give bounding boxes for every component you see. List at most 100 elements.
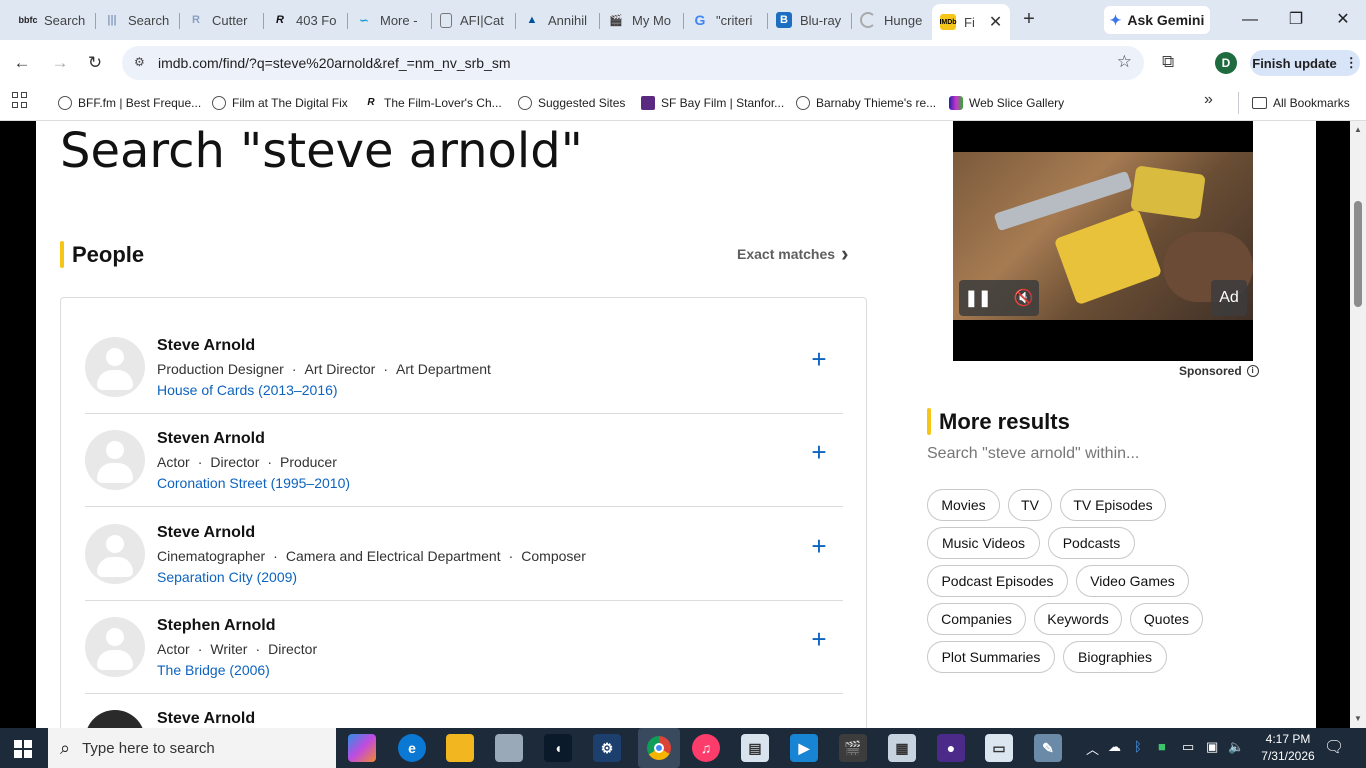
extensions-puzzle-icon[interactable]: ⧉ — [1162, 52, 1174, 72]
bookmark-star-icon[interactable]: ☆ — [1117, 52, 1132, 72]
tab-my-movies[interactable]: 🎬 My Mo — [600, 6, 684, 34]
bookmark-web-slice[interactable]: Web Slice Gallery — [949, 93, 1064, 113]
taskbar-search-box[interactable]: ⌕ Type here to search — [48, 728, 336, 768]
scroll-down-arrow-icon[interactable]: ▼ — [1354, 714, 1362, 723]
restore-icon[interactable]: ❐ — [1284, 8, 1308, 32]
person-name-link[interactable]: Steve Arnold — [157, 524, 255, 542]
close-window-icon[interactable]: ✕ — [1331, 8, 1355, 32]
muted-speaker-icon[interactable]: 🔇 — [1013, 288, 1033, 308]
known-for-link[interactable]: Separation City (2009) — [157, 569, 297, 585]
onedrive-icon[interactable]: ☁ — [1108, 739, 1121, 755]
discord-like-icon[interactable]: ● — [937, 734, 965, 762]
known-for-link[interactable]: House of Cards (2013–2016) — [157, 382, 338, 398]
tab-hunger[interactable]: Hunge — [852, 6, 936, 34]
scrollbar-thumb[interactable] — [1354, 201, 1362, 307]
media-app-icon[interactable]: ◖ — [544, 734, 572, 762]
notepad-icon[interactable]: ▤ — [741, 734, 769, 762]
tab-search[interactable]: ||| Search — [96, 6, 180, 34]
security-icon[interactable]: ■ — [1158, 739, 1166, 754]
known-for-link[interactable]: Coronation Street (1995–2010) — [157, 475, 350, 491]
chip-tv[interactable]: TV — [1008, 489, 1052, 521]
page-scrollbar[interactable]: ▲ ▼ — [1350, 121, 1366, 728]
chip-companies[interactable]: Companies — [927, 603, 1026, 635]
battery-icon[interactable]: ▭ — [1182, 739, 1194, 755]
ad-video-player[interactable]: ❚❚ 🔇 Ad — [953, 121, 1253, 361]
tab-more[interactable]: ∽ More - — [348, 6, 432, 34]
tab-bbfc-search[interactable]: bbfc Search — [12, 6, 96, 34]
volume-icon[interactable]: 🔈 — [1228, 739, 1244, 755]
bookmarks-overflow-icon[interactable]: » — [1204, 91, 1213, 109]
minimize-icon[interactable]: — — [1238, 8, 1262, 32]
person-name-link[interactable]: Steven Arnold — [157, 430, 265, 448]
chip-movies[interactable]: Movies — [927, 489, 1000, 521]
tab-imdb-find[interactable]: IMDb Fi ✕ — [932, 4, 1010, 40]
close-tab-icon[interactable]: ✕ — [989, 12, 1002, 32]
copilot-icon[interactable] — [348, 734, 376, 762]
address-bar[interactable]: ⚙ imdb.com/find/?q=steve%20arnold&ref_=n… — [122, 46, 1144, 80]
clapperboard-icon[interactable]: 🎬 — [839, 734, 867, 762]
settings-app-icon[interactable]: ⚙ — [593, 734, 621, 762]
add-to-list-plus-icon[interactable]: + — [807, 346, 831, 372]
feather-app-icon[interactable]: ✎ — [1034, 734, 1062, 762]
profile-avatar[interactable]: D — [1215, 52, 1237, 74]
url-text[interactable]: imdb.com/find/?q=steve%20arnold&ref_=nm_… — [158, 55, 511, 71]
chip-biographies[interactable]: Biographies — [1063, 641, 1167, 673]
all-bookmarks-button[interactable]: All Bookmarks — [1252, 93, 1350, 113]
window-app-icon[interactable]: ▭ — [985, 734, 1013, 762]
tab-403-forbidden[interactable]: R 403 Fo — [264, 6, 348, 34]
tab-bluray[interactable]: B Blu-ray — [768, 6, 852, 34]
list-item[interactable]: Steven Arnold Actor · Director · Producer Co… — [85, 414, 843, 507]
person-name-link[interactable]: Stephen Arnold — [157, 617, 276, 635]
list-item[interactable]: Steve Arnold — [85, 694, 843, 728]
chip-video-games[interactable]: Video Games — [1076, 565, 1189, 597]
app-icon[interactable] — [495, 734, 523, 762]
forward-arrow-icon[interactable]: → — [48, 51, 72, 75]
person-name-link[interactable]: Steve Arnold — [157, 710, 255, 728]
bookmark-film-lovers[interactable]: R The Film-Lover's Ch... — [364, 93, 501, 113]
list-item[interactable]: Stephen Arnold Actor · Writer · Director The… — [85, 601, 843, 694]
bookmark-digital-fix[interactable]: Film at The Digital Fix — [212, 93, 348, 113]
chip-keywords[interactable]: Keywords — [1034, 603, 1122, 635]
list-item[interactable]: Steve Arnold Production Designer · Art Dir… — [85, 321, 843, 414]
bookmark-suggested-sites[interactable]: Suggested Sites — [518, 93, 625, 113]
chip-tv-episodes[interactable]: TV Episodes — [1060, 489, 1166, 521]
tab-cutter[interactable]: R Cutter — [180, 6, 264, 34]
reload-icon[interactable]: ↻ — [83, 51, 107, 75]
add-to-list-plus-icon[interactable]: + — [807, 626, 831, 652]
chip-music-videos[interactable]: Music Videos — [927, 527, 1040, 559]
apps-grid-icon[interactable] — [12, 92, 28, 108]
known-for-link[interactable]: The Bridge (2006) — [157, 662, 270, 678]
windows-start-icon[interactable] — [14, 740, 32, 758]
site-settings-icon[interactable]: ⚙ — [134, 55, 150, 71]
notifications-icon[interactable]: 🗨 — [1324, 737, 1344, 757]
itunes-icon[interactable]: ♫ — [692, 734, 720, 762]
chip-quotes[interactable]: Quotes — [1130, 603, 1203, 635]
bluetooth-icon[interactable]: ᛒ — [1134, 739, 1142, 754]
finish-update-button[interactable]: Finish update ⋮ — [1250, 50, 1360, 76]
add-to-list-plus-icon[interactable]: + — [807, 533, 831, 559]
chip-podcasts[interactable]: Podcasts — [1048, 527, 1135, 559]
scroll-up-arrow-icon[interactable]: ▲ — [1354, 125, 1362, 134]
taskbar-clock[interactable]: 4:17 PM 7/31/2026 — [1258, 731, 1318, 765]
ask-gemini-button[interactable]: ✦ Ask Gemini — [1104, 6, 1210, 34]
photos-icon[interactable]: ▦ — [888, 734, 916, 762]
show-hidden-icons-chevron-icon[interactable]: ︿ — [1086, 739, 1099, 758]
media-player-icon[interactable]: ▶ — [790, 734, 818, 762]
person-name-link[interactable]: Steve Arnold — [157, 337, 255, 355]
tab-annihilation[interactable]: ▲ Annihil — [516, 6, 600, 34]
bookmark-barnaby[interactable]: Barnaby Thieme's re... — [796, 93, 936, 113]
list-item[interactable]: Steve Arnold Cinematographer · Camera and … — [85, 508, 843, 601]
chip-podcast-episodes[interactable]: Podcast Episodes — [927, 565, 1068, 597]
file-explorer-icon[interactable] — [446, 734, 474, 762]
back-arrow-icon[interactable]: ← — [10, 51, 34, 75]
pause-icon[interactable]: ❚❚ — [965, 288, 992, 308]
new-tab-icon[interactable]: + — [1018, 8, 1040, 30]
add-to-list-plus-icon[interactable]: + — [807, 439, 831, 465]
chrome-icon[interactable] — [638, 728, 680, 768]
tab-afi-catalog[interactable]: AFI|Cat — [432, 6, 516, 34]
bookmark-bff[interactable]: BFF.fm | Best Freque... — [58, 93, 201, 113]
info-icon[interactable]: i — [1246, 365, 1259, 377]
tab-google-criterion[interactable]: G "criteri — [684, 6, 768, 34]
edge-browser-icon[interactable]: e — [398, 734, 426, 762]
bookmark-sf-bay-film[interactable]: SF Bay Film | Stanfor... — [641, 93, 784, 113]
